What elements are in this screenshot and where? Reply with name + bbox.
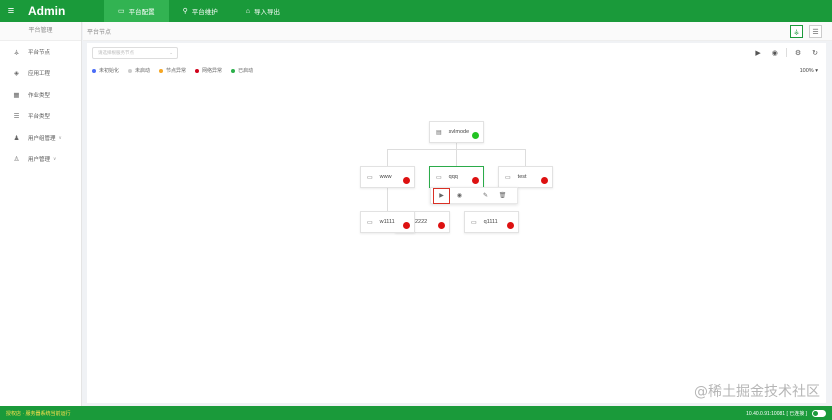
legend-item: 未初始化: [92, 67, 119, 74]
legend-item: 节点异常: [159, 67, 186, 74]
tab-platform-config[interactable]: ▭ 平台配置: [104, 0, 169, 22]
server-icon: ▤: [436, 129, 442, 136]
zoom-select[interactable]: 100% ▾: [800, 68, 818, 74]
app-logo: Admin: [28, 4, 66, 18]
list-icon: ☰: [13, 113, 20, 121]
sidebar: 平台管理 ⚶ 平台节点 ◈ 应用工程 ▦ 作业类型 ☰ 平台类型 ♟ 用户组管理…: [0, 22, 82, 406]
sidebar-item-user-groups[interactable]: ♟ 用户组管理 ∨: [0, 127, 81, 149]
edit-icon: ✎: [482, 193, 489, 199]
legend-dot: [159, 68, 164, 73]
sidebar-item-platform-nodes[interactable]: ⚶ 平台节点: [0, 41, 81, 63]
legend-dot: [92, 68, 96, 73]
tree-edge: [387, 187, 388, 212]
status-dot: [507, 222, 514, 229]
tab-platform-maintenance[interactable]: ⚲ 平台维护: [169, 0, 232, 22]
monitor-icon: ▭: [471, 219, 477, 226]
tree-edge: [387, 149, 388, 166]
connection-status: 10.40.0.91:10081 [ 已连接 ]: [746, 410, 807, 417]
status-dot: [472, 177, 479, 184]
cube-icon: ◈: [14, 70, 19, 78]
tree-edge: [525, 149, 526, 166]
tree-icon: ⚶: [793, 28, 800, 36]
status-dot: [472, 132, 479, 139]
sidebar-item-platform-types[interactable]: ☰ 平台类型: [0, 106, 81, 128]
breadcrumb: 平台节点: [87, 29, 112, 36]
top-bar: ≡ Admin ▭ 平台配置 ⚲ 平台维护 ⌂ 导入导出: [0, 0, 832, 22]
toolbar: ▶ ◉ ⚙ ↻: [755, 48, 818, 57]
footer-left-text: 授权店 · 服务器系统当前运行: [6, 410, 71, 417]
status-legend: 未初始化 未启动 节点异常 网络异常 已启动: [92, 67, 253, 74]
chevron-down-icon: ∨: [58, 134, 62, 140]
play-icon: ▶: [439, 193, 444, 199]
chevron-down-icon: ⌄: [169, 50, 173, 55]
monitor-icon: ▭: [367, 174, 373, 181]
stop-icon: ◉: [456, 193, 463, 199]
status-dot: [403, 222, 410, 229]
footer-right: 10.40.0.91:10081 [ 已连接 ]: [746, 409, 826, 417]
status-dot: [403, 177, 410, 184]
legend-dot: [128, 68, 133, 73]
topology-node-test[interactable]: ▭ test: [498, 166, 553, 188]
sidebar-item-job-types[interactable]: ▦ 作业类型: [0, 84, 81, 106]
tab-import-export[interactable]: ⌂ 导入导出: [232, 0, 294, 22]
topology-panel: 请选择根服务节点 ⌄ ▶ ◉ ⚙ ↻ 未初始化 未启动 节点异常 网络异常 已启…: [87, 43, 826, 403]
sidebar-title: 平台管理: [0, 22, 81, 41]
tree-edge: [456, 149, 457, 166]
chevron-down-icon: ∨: [53, 156, 57, 162]
chevron-down-icon: ▾: [815, 68, 818, 74]
start-node-button[interactable]: ▶: [433, 187, 450, 204]
watermark: @稀土掘金技术社区: [694, 384, 820, 400]
root-node-select[interactable]: 请选择根服务节点 ⌄: [92, 47, 178, 59]
home-icon: ⌂: [245, 7, 250, 15]
status-dot: [541, 177, 548, 184]
topology-node-www[interactable]: ▭ www: [360, 166, 415, 188]
view-switcher: ⚶ ☰: [790, 25, 822, 38]
topology-node-qqq[interactable]: ▭ qqq: [429, 166, 484, 188]
stop-node-button[interactable]: ◉: [452, 188, 467, 203]
users-icon: ♟: [13, 134, 20, 142]
legend-item: 已启动: [231, 67, 253, 74]
legend-dot: [231, 68, 236, 73]
trash-icon: 🗑: [498, 193, 507, 199]
legend-item: 未启动: [128, 67, 150, 74]
wrench-icon: ⚲: [182, 8, 188, 15]
edit-node-button[interactable]: ✎: [478, 188, 493, 203]
monitor-icon: ▭: [367, 219, 373, 226]
breadcrumb-bar: 平台节点 ⚶ ☰: [83, 22, 832, 41]
list-view-button[interactable]: ☰: [809, 25, 822, 38]
list-icon: ☰: [812, 28, 819, 36]
topology-node-root[interactable]: ▤ svlmode: [429, 121, 484, 143]
divider: [785, 48, 787, 57]
topology-node-q1111[interactable]: ▭ q1111: [464, 211, 519, 233]
tree-view-button[interactable]: ⚶: [790, 25, 803, 38]
status-dot: [438, 222, 445, 229]
topology-node-w1111[interactable]: ▭ w1111: [360, 211, 415, 233]
monitor-icon: ▭: [436, 174, 442, 181]
connection-toggle[interactable]: [812, 409, 826, 417]
gear-icon[interactable]: ⚙: [795, 49, 801, 57]
monitor-icon: ▭: [505, 174, 511, 181]
tree-icon: ⚶: [13, 48, 20, 56]
menu-icon[interactable]: ≡: [0, 0, 22, 22]
grid-icon: ▦: [13, 91, 20, 99]
sidebar-item-app-projects[interactable]: ◈ 应用工程: [0, 63, 81, 85]
user-icon: ♙: [13, 156, 20, 164]
stop-icon[interactable]: ◉: [772, 49, 778, 57]
refresh-icon[interactable]: ↻: [812, 49, 818, 57]
node-action-bar: ▶ ◉ ✎ 🗑: [430, 187, 518, 204]
sidebar-item-users[interactable]: ♙ 用户管理 ∨: [0, 149, 81, 171]
delete-node-button[interactable]: 🗑: [495, 188, 510, 203]
status-bar: 授权店 · 服务器系统当前运行 10.40.0.91:10081 [ 已连接 ]: [0, 406, 832, 420]
legend-item: 网络异常: [195, 67, 222, 74]
top-nav: ▭ 平台配置 ⚲ 平台维护 ⌂ 导入导出: [104, 0, 294, 22]
monitor-icon: ▭: [118, 8, 125, 15]
play-icon[interactable]: ▶: [755, 49, 760, 57]
legend-dot: [195, 68, 200, 73]
